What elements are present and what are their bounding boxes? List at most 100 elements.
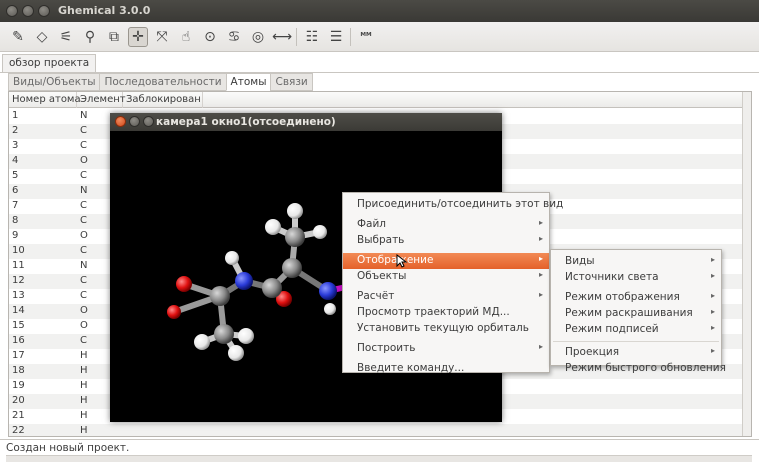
cell-atom-number: 9 <box>12 230 19 241</box>
element-icon[interactable]: ☷ <box>302 27 322 47</box>
column-header-element[interactable]: Элемент <box>77 92 126 108</box>
draw-icon[interactable]: ✎ <box>8 27 28 47</box>
menu-item-label: Установить текущую орбиталь <box>357 322 529 334</box>
menu-item-label: Проекция <box>565 346 620 358</box>
submenu-item-label-mode[interactable]: Режим подписей ▸ <box>551 322 721 338</box>
menu-item-label: Режим подписей <box>565 323 659 335</box>
menu-item-label: Введите команду... <box>357 362 465 374</box>
cell-atom-number: 1 <box>12 110 19 121</box>
menu-item-label: Построить <box>357 342 416 354</box>
status-text: Создан новый проект. <box>6 442 130 454</box>
menu-item-label: Просмотр траекторий МД... <box>357 306 510 318</box>
menu-item-set-orbital[interactable]: Установить текущую орбиталь <box>343 321 549 337</box>
render-submenu: Виды ▸ Источники света ▸ Режим отображения… <box>550 249 726 374</box>
menu-separator <box>553 341 719 342</box>
molecule-model <box>167 203 349 361</box>
cell-atom-number: 2 <box>12 125 19 136</box>
camera-window-title: камера1 окно1(отсоединено) <box>156 116 336 128</box>
column-header-atom-number[interactable]: Номер атома <box>9 92 81 108</box>
maximize-button[interactable] <box>143 116 154 127</box>
measure-icon[interactable]: ⟷ <box>272 27 292 47</box>
tab-bonds[interactable]: Связи <box>270 73 313 91</box>
menu-item-label: Режим быстрого обновления <box>565 362 726 374</box>
window-title: Ghemical 3.0.0 <box>58 4 151 17</box>
rotate-z-icon[interactable]: ◎ <box>248 27 268 47</box>
cell-atom-number: 5 <box>12 170 19 181</box>
camera-window-titlebar[interactable]: камера1 окно1(отсоединено) <box>110 113 502 131</box>
rotate-xy-icon[interactable]: ♋ <box>224 27 244 47</box>
submenu-arrow-icon: ▸ <box>538 234 543 243</box>
menu-item-render[interactable]: Отображение ▸ <box>343 253 549 269</box>
menu-item-attach-detach[interactable]: Присоединить/отсоединить этот вид <box>343 197 563 213</box>
menu-item-select[interactable]: Выбрать ▸ <box>343 233 549 249</box>
orbit-xy-icon[interactable]: ☝ <box>176 27 196 47</box>
mouse-pointer-icon <box>396 254 408 268</box>
column-header-locked[interactable]: Заблокирован <box>123 92 203 108</box>
submenu-arrow-icon: ▸ <box>710 323 715 332</box>
maximize-button[interactable] <box>38 5 50 17</box>
menu-item-label: Источники света <box>565 271 659 283</box>
cell-atom-number: 8 <box>12 215 19 226</box>
close-button[interactable] <box>6 5 18 17</box>
minimize-button[interactable] <box>22 5 34 17</box>
menu-item-label: Расчёт <box>357 290 395 302</box>
tab-bar: Виды/Объекты Последовательности Атомы Св… <box>8 73 313 91</box>
minimize-button[interactable] <box>129 116 140 127</box>
bondtype-icon[interactable]: ☰ <box>326 27 346 47</box>
submenu-arrow-icon: ▸ <box>538 254 543 263</box>
zoom-icon[interactable]: ⚲ <box>80 27 100 47</box>
tab-views-objects[interactable]: Виды/Объекты <box>8 73 100 91</box>
menu-item-label: Объекты <box>357 270 407 282</box>
submenu-arrow-icon: ▸ <box>710 271 715 280</box>
mm-icon[interactable]: ᴹᴹ <box>356 27 376 47</box>
submenu-item-color-mode[interactable]: Режим раскрашивания ▸ <box>551 306 721 322</box>
toolbar-separator <box>296 28 297 46</box>
translate-z-icon[interactable]: ⤧ <box>152 27 172 47</box>
table-row[interactable]: 22 H <box>9 424 751 436</box>
clipping-icon[interactable]: ⧉ <box>104 27 124 47</box>
menu-item-enter-command[interactable]: Введите команду... <box>343 361 549 377</box>
cell-atom-number: 11 <box>12 260 25 271</box>
erase-icon[interactable]: ◇ <box>32 27 52 47</box>
project-tab[interactable]: обзор проекта <box>2 54 97 72</box>
orbit-z-icon[interactable]: ⊙ <box>200 27 220 47</box>
window-controls <box>6 5 50 17</box>
submenu-arrow-icon: ▸ <box>710 346 715 355</box>
vertical-scrollbar[interactable] <box>742 92 751 436</box>
submenu-item-quick-update[interactable]: Режим быстрого обновления <box>551 361 726 377</box>
submenu-item-views[interactable]: Виды ▸ <box>551 254 721 270</box>
menu-item-label: Присоединить/отсоединить этот вид <box>357 198 564 210</box>
cell-atom-number: 12 <box>12 275 25 286</box>
tab-sequences[interactable]: Последовательности <box>99 73 226 91</box>
menu-item-trajectory-view[interactable]: Просмотр траекторий МД... <box>343 305 549 321</box>
close-button[interactable] <box>115 116 126 127</box>
cell-atom-number: 4 <box>12 155 19 166</box>
submenu-item-projection[interactable]: Проекция ▸ <box>551 345 721 361</box>
cell-atom-number: 19 <box>12 380 25 391</box>
menu-item-label: Выбрать <box>357 234 405 246</box>
toolbar-separator <box>350 28 351 46</box>
cell-atom-number: 13 <box>12 290 25 301</box>
menu-item-build[interactable]: Построить ▸ <box>343 341 549 357</box>
tab-atoms[interactable]: Атомы <box>225 73 271 91</box>
translate-xy-icon[interactable]: ✛ <box>128 27 148 47</box>
submenu-arrow-icon: ▸ <box>538 290 543 299</box>
camera-window-controls <box>115 116 154 127</box>
submenu-arrow-icon: ▸ <box>710 291 715 300</box>
menu-item-objects[interactable]: Объекты ▸ <box>343 269 549 285</box>
table-header: Номер атома Элемент Заблокирован <box>9 92 751 108</box>
cell-atom-number: 14 <box>12 305 25 316</box>
submenu-item-render-mode[interactable]: Режим отображения ▸ <box>551 290 721 306</box>
window-titlebar: Ghemical 3.0.0 <box>0 0 759 22</box>
cell-atom-number: 17 <box>12 350 25 361</box>
submenu-item-lights[interactable]: Источники света ▸ <box>551 270 721 286</box>
cell-atom-number: 15 <box>12 320 25 331</box>
menu-item-compute[interactable]: Расчёт ▸ <box>343 289 549 305</box>
menu-item-file[interactable]: Файл ▸ <box>343 217 549 233</box>
cell-atom-number: 21 <box>12 410 25 421</box>
horizontal-scrollbar[interactable] <box>6 455 752 462</box>
cell-atom-number: 16 <box>12 335 25 346</box>
cell-atom-number: 10 <box>12 245 25 256</box>
cell-atom-number: 3 <box>12 140 19 151</box>
select-icon[interactable]: ⚟ <box>56 27 76 47</box>
